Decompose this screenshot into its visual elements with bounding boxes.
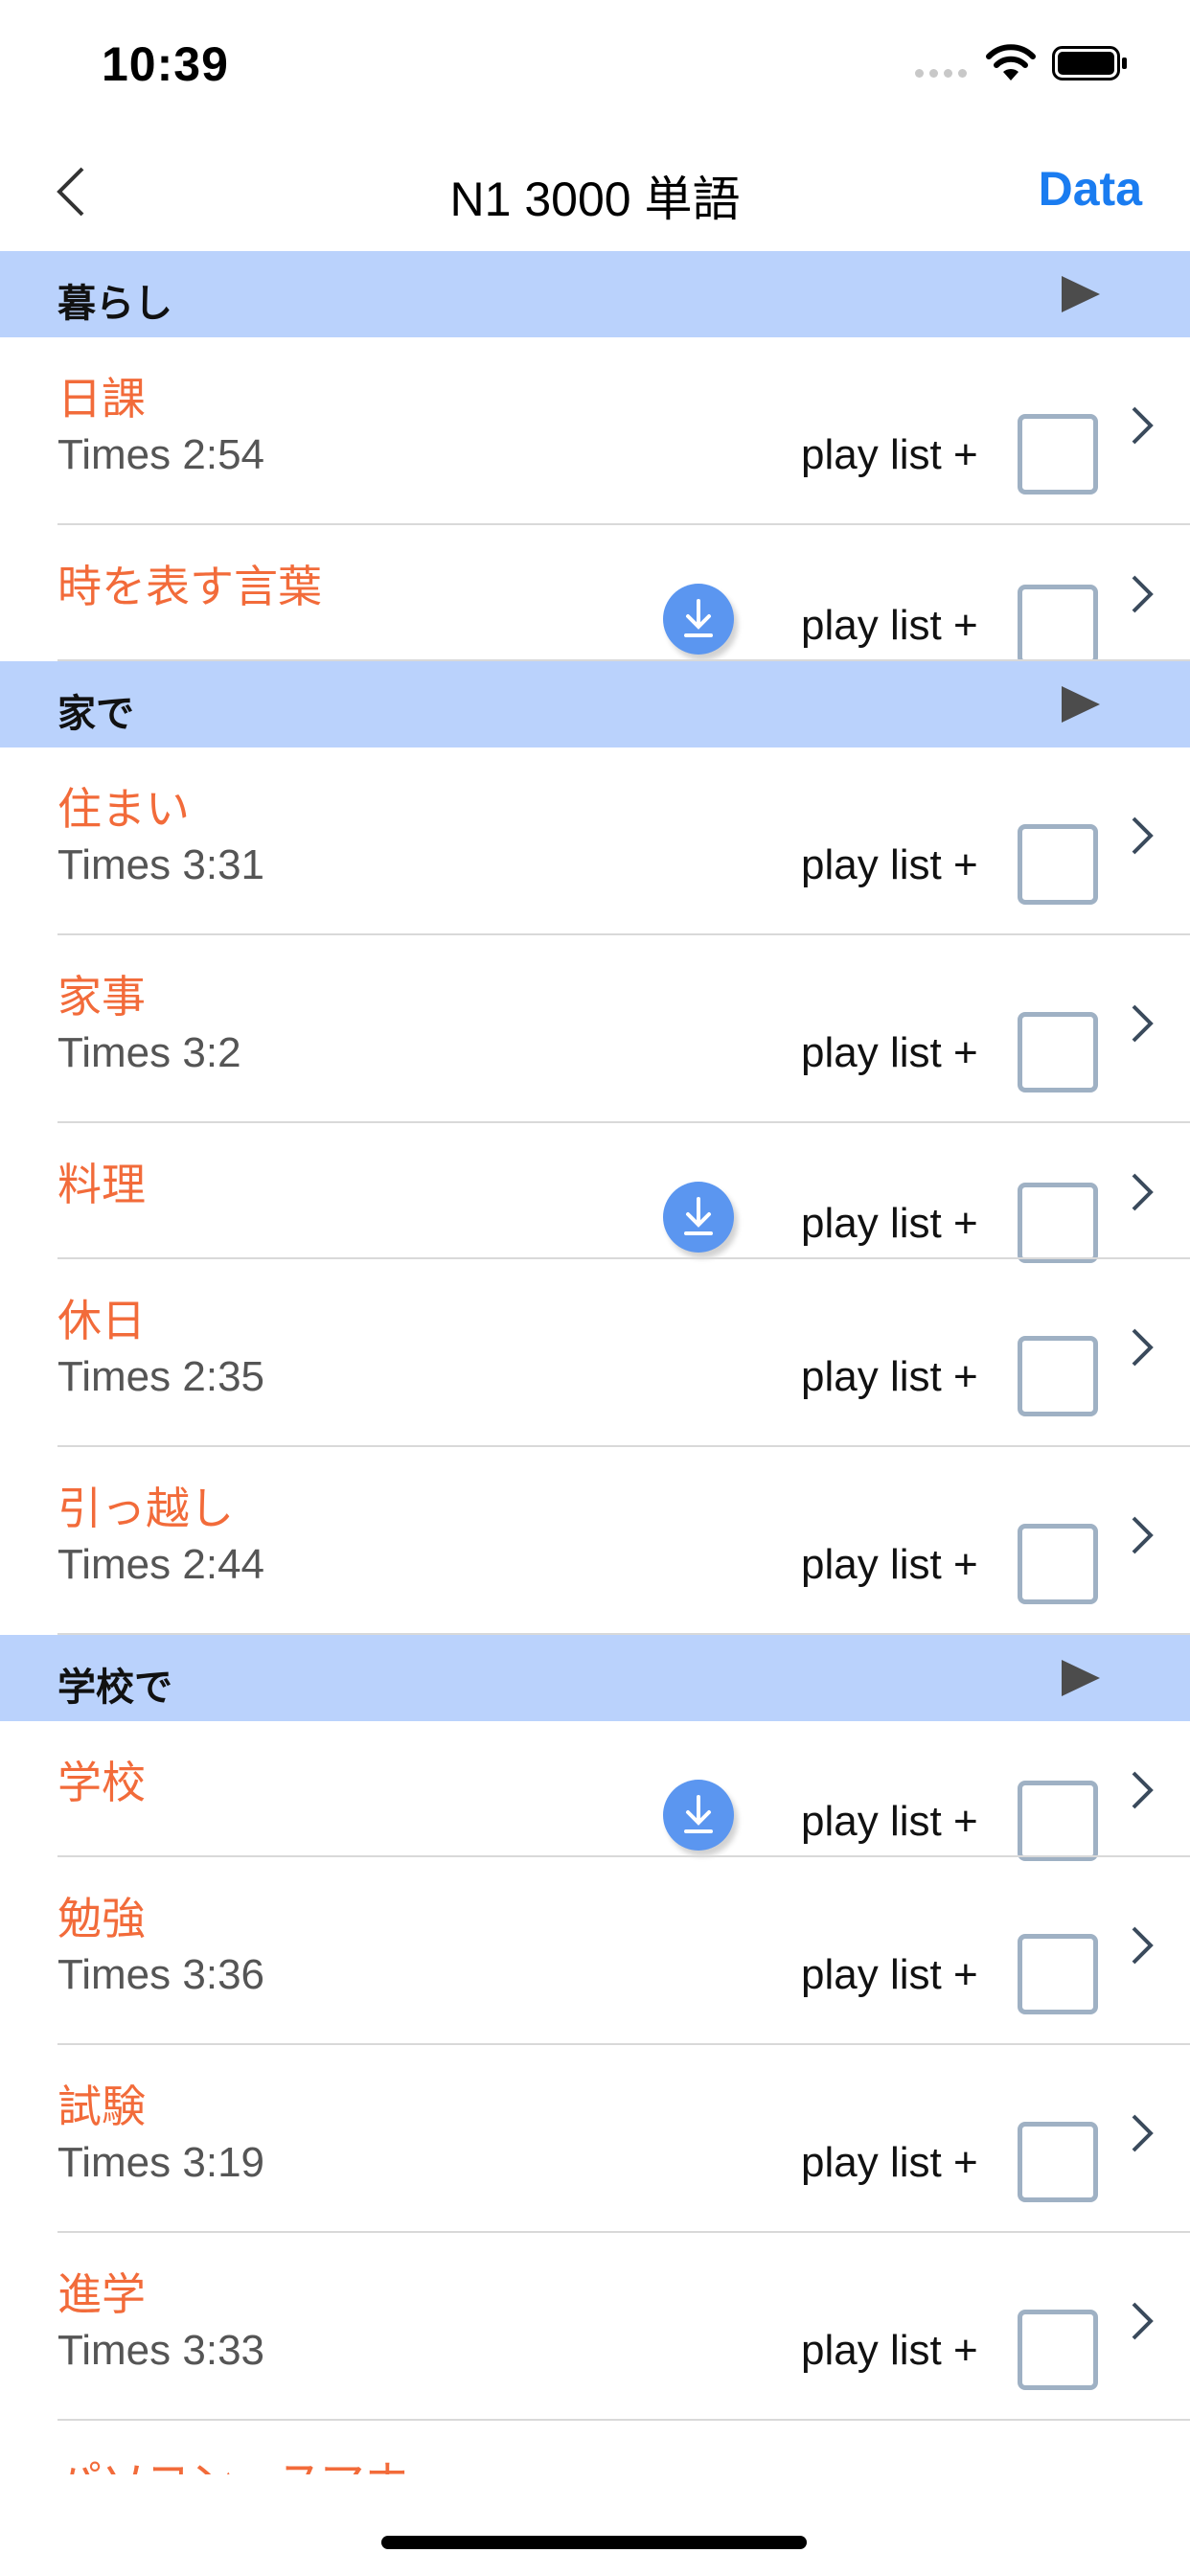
chevron-right-icon[interactable] xyxy=(1129,1002,1156,1045)
chevron-right-icon[interactable] xyxy=(1129,2300,1156,2342)
item-times: Times 2:44 xyxy=(57,1541,265,1588)
navigation-bar: N1 3000 単語 Data xyxy=(0,125,1190,251)
wifi-icon xyxy=(986,44,1036,80)
playlist-checkbox[interactable] xyxy=(1018,1781,1098,1861)
page-title: N1 3000 単語 xyxy=(449,172,741,226)
playlist-add-button[interactable]: play list + xyxy=(801,1541,978,1589)
chevron-right-icon[interactable] xyxy=(1129,573,1156,615)
section-title: 暮らし xyxy=(57,283,172,325)
playlist-checkbox[interactable] xyxy=(1018,585,1098,665)
lesson-list[interactable]: 暮らし日課 Times 2:54 play list + 時を表す言葉 play lis… xyxy=(0,251,1190,2474)
data-button[interactable]: Data xyxy=(1039,161,1142,217)
playlist-add-button[interactable]: play list + xyxy=(801,602,978,650)
list-item[interactable]: 休日 Times 2:35 play list + xyxy=(0,1259,1190,1447)
item-title: 進学 xyxy=(57,2269,146,2319)
list-item[interactable]: 試験 Times 3:19 play list + xyxy=(0,2045,1190,2233)
section-title: 学校で xyxy=(57,1667,172,1709)
playlist-checkbox[interactable] xyxy=(1018,1934,1098,2014)
item-title: 学校 xyxy=(57,1758,146,1807)
list-item[interactable]: 勉強 Times 3:36 play list + xyxy=(0,1857,1190,2045)
list-item[interactable]: 料理 play list + xyxy=(0,1123,1190,1263)
section-header[interactable]: 学校で xyxy=(0,1635,1190,1721)
section-header[interactable]: 家で xyxy=(0,661,1190,748)
playlist-add-button[interactable]: play list + xyxy=(801,2327,978,2375)
playlist-add-button[interactable]: play list + xyxy=(801,2139,978,2187)
status-bar: 10:39 xyxy=(0,0,1190,125)
list-item[interactable]: 住まい Times 3:31 play list + xyxy=(0,748,1190,935)
item-title: 料理 xyxy=(57,1160,146,1209)
playlist-checkbox[interactable] xyxy=(1018,414,1098,494)
battery-icon xyxy=(1052,46,1127,80)
item-title: 日課 xyxy=(57,374,146,424)
download-icon[interactable] xyxy=(663,584,734,655)
chevron-right-icon[interactable] xyxy=(1129,1514,1156,1556)
chevron-right-icon[interactable] xyxy=(1129,404,1156,447)
section-header[interactable]: 暮らし xyxy=(0,251,1190,337)
playlist-add-button[interactable]: play list + xyxy=(801,1951,978,1999)
list-item[interactable]: パソコン・スマホ xyxy=(0,2421,1190,2474)
chevron-right-icon[interactable] xyxy=(1129,1924,1156,1966)
play-icon[interactable] xyxy=(1062,1660,1100,1696)
item-times: Times 3:33 xyxy=(57,2327,265,2374)
playlist-add-button[interactable]: play list + xyxy=(801,1353,978,1401)
playlist-checkbox[interactable] xyxy=(1018,2310,1098,2390)
item-title: 勉強 xyxy=(57,1894,146,1944)
item-title: 住まい xyxy=(57,784,190,834)
chevron-right-icon[interactable] xyxy=(1129,815,1156,857)
playlist-add-button[interactable]: play list + xyxy=(801,1798,978,1846)
status-time: 10:39 xyxy=(102,37,229,91)
signal-icon xyxy=(915,69,967,78)
item-times: Times 3:19 xyxy=(57,2139,265,2186)
playlist-add-button[interactable]: play list + xyxy=(801,841,978,889)
play-icon[interactable] xyxy=(1062,686,1100,723)
play-icon[interactable] xyxy=(1062,276,1100,312)
playlist-checkbox[interactable] xyxy=(1018,824,1098,905)
item-title: 休日 xyxy=(57,1296,146,1346)
chevron-right-icon[interactable] xyxy=(1129,1171,1156,1213)
list-item[interactable]: 時を表す言葉 play list + xyxy=(0,525,1190,665)
list-item[interactable]: 家事 Times 3:2 play list + xyxy=(0,935,1190,1123)
playlist-add-button[interactable]: play list + xyxy=(801,1200,978,1248)
item-times: Times 3:2 xyxy=(57,1029,241,1076)
list-item[interactable]: 日課 Times 2:54 play list + xyxy=(0,337,1190,525)
list-item[interactable]: 進学 Times 3:33 play list + xyxy=(0,2233,1190,2421)
playlist-checkbox[interactable] xyxy=(1018,1524,1098,1604)
playlist-add-button[interactable]: play list + xyxy=(801,1029,978,1077)
section-title: 家で xyxy=(57,693,134,735)
playlist-checkbox[interactable] xyxy=(1018,1336,1098,1416)
item-title: 家事 xyxy=(57,972,146,1022)
playlist-add-button[interactable]: play list + xyxy=(801,431,978,479)
item-title: 時を表す言葉 xyxy=(57,562,322,611)
item-times: Times 3:31 xyxy=(57,841,265,888)
playlist-checkbox[interactable] xyxy=(1018,2122,1098,2202)
item-times: Times 3:36 xyxy=(57,1951,265,1998)
download-icon[interactable] xyxy=(663,1182,734,1253)
playlist-checkbox[interactable] xyxy=(1018,1012,1098,1092)
home-indicator[interactable] xyxy=(381,2536,807,2549)
chevron-right-icon[interactable] xyxy=(1129,2112,1156,2154)
item-times: Times 2:54 xyxy=(57,431,265,478)
list-item[interactable]: 引っ越し Times 2:44 play list + xyxy=(0,1447,1190,1635)
download-icon[interactable] xyxy=(663,1780,734,1851)
item-title: パソコン・スマホ xyxy=(57,2448,409,2474)
chevron-right-icon[interactable] xyxy=(1129,1326,1156,1368)
playlist-checkbox[interactable] xyxy=(1018,1183,1098,1263)
list-item[interactable]: 学校 play list + xyxy=(0,1721,1190,1861)
item-title: 試験 xyxy=(57,2082,146,2131)
item-title: 引っ越し xyxy=(57,1484,234,1533)
item-times: Times 2:35 xyxy=(57,1353,265,1400)
chevron-right-icon[interactable] xyxy=(1129,1769,1156,1811)
